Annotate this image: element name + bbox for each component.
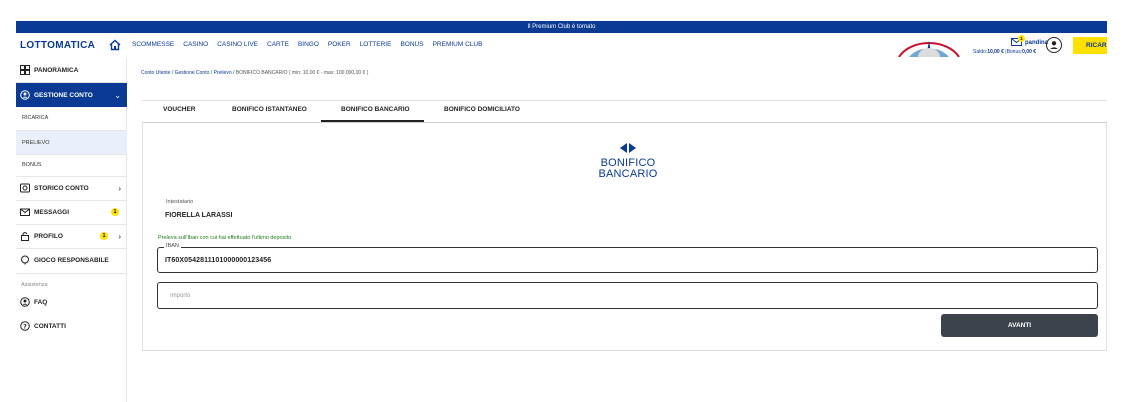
- saldo-label: Saldo:: [973, 49, 988, 55]
- nav-casino[interactable]: CASINO: [183, 41, 208, 48]
- balance-summary: Saldo:10,00 € |Bonus:0,00 €: [973, 49, 1036, 55]
- announcement-text[interactable]: Il Premium Club è tornato: [527, 24, 595, 30]
- nav-bingo[interactable]: BINGO: [298, 41, 319, 48]
- nav-poker[interactable]: POKER: [328, 41, 351, 48]
- sidebar-item-panoramica[interactable]: PANORAMICA: [16, 61, 127, 79]
- iban-value: IT60X0542811101000000123456: [165, 257, 272, 264]
- lock-icon: [21, 232, 29, 241]
- faq-icon: [20, 297, 30, 307]
- bonus-label: |Bonus:: [1005, 49, 1023, 55]
- sidebar-item-faq[interactable]: FAQ: [16, 292, 127, 312]
- dashboard-icon: [20, 65, 30, 75]
- svg-text:?: ?: [23, 323, 27, 330]
- iban-label: IBAN: [164, 243, 181, 249]
- promo-graphic[interactable]: [896, 36, 962, 57]
- shield-icon: [21, 255, 29, 265]
- sidebar-item-gestione-conto[interactable]: GESTIONE CONTO ⌄: [16, 83, 127, 107]
- importo-input[interactable]: [158, 283, 1097, 308]
- tabs-divider: [142, 100, 1107, 101]
- sidebar-item-label: GESTIONE CONTO: [34, 91, 93, 99]
- tab-bonifico-bancario[interactable]: BONIFICO BANCARIO: [341, 106, 410, 113]
- nav-scommesse[interactable]: SCOMMESSE: [132, 41, 174, 48]
- breadcrumb-separator: /: [233, 70, 235, 76]
- breadcrumb-item[interactable]: Gestione Conto: [175, 70, 210, 76]
- announcement-bar[interactable]: Il Premium Club è tornato: [16, 21, 1107, 33]
- assistenza-label: Assistenza: [21, 282, 48, 288]
- tab-voucher[interactable]: VOUCHER: [163, 106, 196, 113]
- sidebar-item-label: CONTATTI: [34, 322, 66, 330]
- intestatario-label: Intestatario: [166, 199, 194, 205]
- account-circle-icon: [20, 90, 30, 100]
- sidebar-item-label: GIOCO RESPONSABILE: [34, 256, 109, 264]
- nav-carte[interactable]: CARTE: [267, 41, 289, 48]
- breadcrumb-separator: /: [171, 70, 174, 76]
- bonus-value: 0,00 €: [1022, 49, 1037, 55]
- history-icon: [20, 183, 30, 193]
- breadcrumb-current: BONIFICO BANCARIO ( min: 10,00 € - max: …: [235, 70, 369, 76]
- help-icon: ?: [20, 321, 30, 331]
- intestatario-value: FIORELLA LARASSI: [165, 212, 233, 219]
- nav-casino-live[interactable]: CASINO LIVE: [217, 41, 258, 48]
- sidebar-item-storico-conto[interactable]: STORICO CONTO ›: [16, 178, 127, 198]
- iban-hint: Preleva sull'Iban con cui hai effettuato…: [158, 235, 292, 241]
- sidebar-subitem-bonus[interactable]: BONUS: [16, 155, 127, 175]
- mail-icon: [20, 208, 30, 216]
- avanti-button[interactable]: AVANTI: [941, 314, 1098, 337]
- profilo-badge: 1: [100, 232, 108, 240]
- main-nav: SCOMMESSE CASINO CASINO LIVE CARTE BINGO…: [132, 41, 482, 48]
- user-avatar-icon[interactable]: [1046, 37, 1062, 53]
- sidebar-subitem-label: RICARICA: [22, 115, 49, 121]
- breadcrumb-item[interactable]: Prelievo: [214, 70, 232, 76]
- tab-bonifico-istantaneo[interactable]: BONIFICO ISTANTANEO: [232, 106, 307, 113]
- sidebar-item-label: FAQ: [34, 298, 48, 306]
- sidebar-item-label: MESSAGGI: [34, 208, 70, 216]
- iban-field[interactable]: IBAN IT60X0542811101000000123456: [157, 243, 1098, 273]
- chevron-down-icon: ⌄: [114, 90, 121, 100]
- sidebar-item-profilo[interactable]: PROFILO 1 ›: [16, 226, 127, 246]
- lottomatica-logo[interactable]: LOTTOMATICA: [20, 40, 95, 51]
- chevron-right-icon: ›: [118, 231, 121, 241]
- importo-field[interactable]: [157, 282, 1098, 309]
- nav-lotterie[interactable]: LOTTERIE: [360, 41, 392, 48]
- header: LOTTOMATICA SCOMMESSE CASINO CASINO LIVE…: [16, 33, 1107, 57]
- messaggi-badge: 1: [111, 208, 119, 216]
- transfer-arrows-icon: [620, 143, 636, 153]
- sidebar-item-messaggi[interactable]: MESSAGGI 1: [16, 202, 127, 222]
- bonifico-bancario-logo: BONIFICO BANCARIO: [585, 140, 671, 180]
- logo-line-2: BANCARIO: [598, 168, 658, 180]
- sidebar-subitem-label: BONUS: [22, 162, 42, 168]
- sidebar-subitem-label: PRELIEVO: [22, 139, 50, 146]
- sidebar-item-label: STORICO CONTO: [34, 184, 89, 192]
- nav-premium-club[interactable]: PREMIUM CLUB: [433, 41, 483, 48]
- sidebar-item-label: PROFILO: [34, 232, 63, 240]
- sidebar-subitem-prelievo[interactable]: PRELIEVO: [16, 131, 127, 154]
- breadcrumb: Conto Utente / Gestione Conto / Prelievo…: [141, 70, 368, 76]
- sidebar: PANORAMICA GESTIONE CONTO ⌄ RICARICA PRE…: [16, 57, 127, 402]
- breadcrumb-separator: /: [210, 70, 213, 76]
- chevron-right-icon: ›: [118, 183, 121, 193]
- nav-bonus[interactable]: BONUS: [400, 41, 423, 48]
- sidebar-item-contatti[interactable]: ? CONTATTI: [16, 316, 127, 336]
- ricarica-button[interactable]: RICARICA: [1073, 37, 1107, 54]
- sidebar-item-gioco-responsabile[interactable]: GIOCO RESPONSABILE: [16, 250, 127, 270]
- tab-bonifico-domiciliato[interactable]: BONIFICO DOMICILIATO: [444, 106, 520, 113]
- mail-count-badge: 1: [1018, 35, 1025, 42]
- breadcrumb-item[interactable]: Conto Utente: [141, 70, 170, 76]
- saldo-value: 10,00 €: [987, 49, 1004, 55]
- home-icon[interactable]: [109, 39, 121, 51]
- sidebar-item-label: PANORAMICA: [34, 66, 79, 74]
- sidebar-subitem-ricarica[interactable]: RICARICA: [16, 109, 127, 127]
- username[interactable]: pandina: [1025, 40, 1048, 46]
